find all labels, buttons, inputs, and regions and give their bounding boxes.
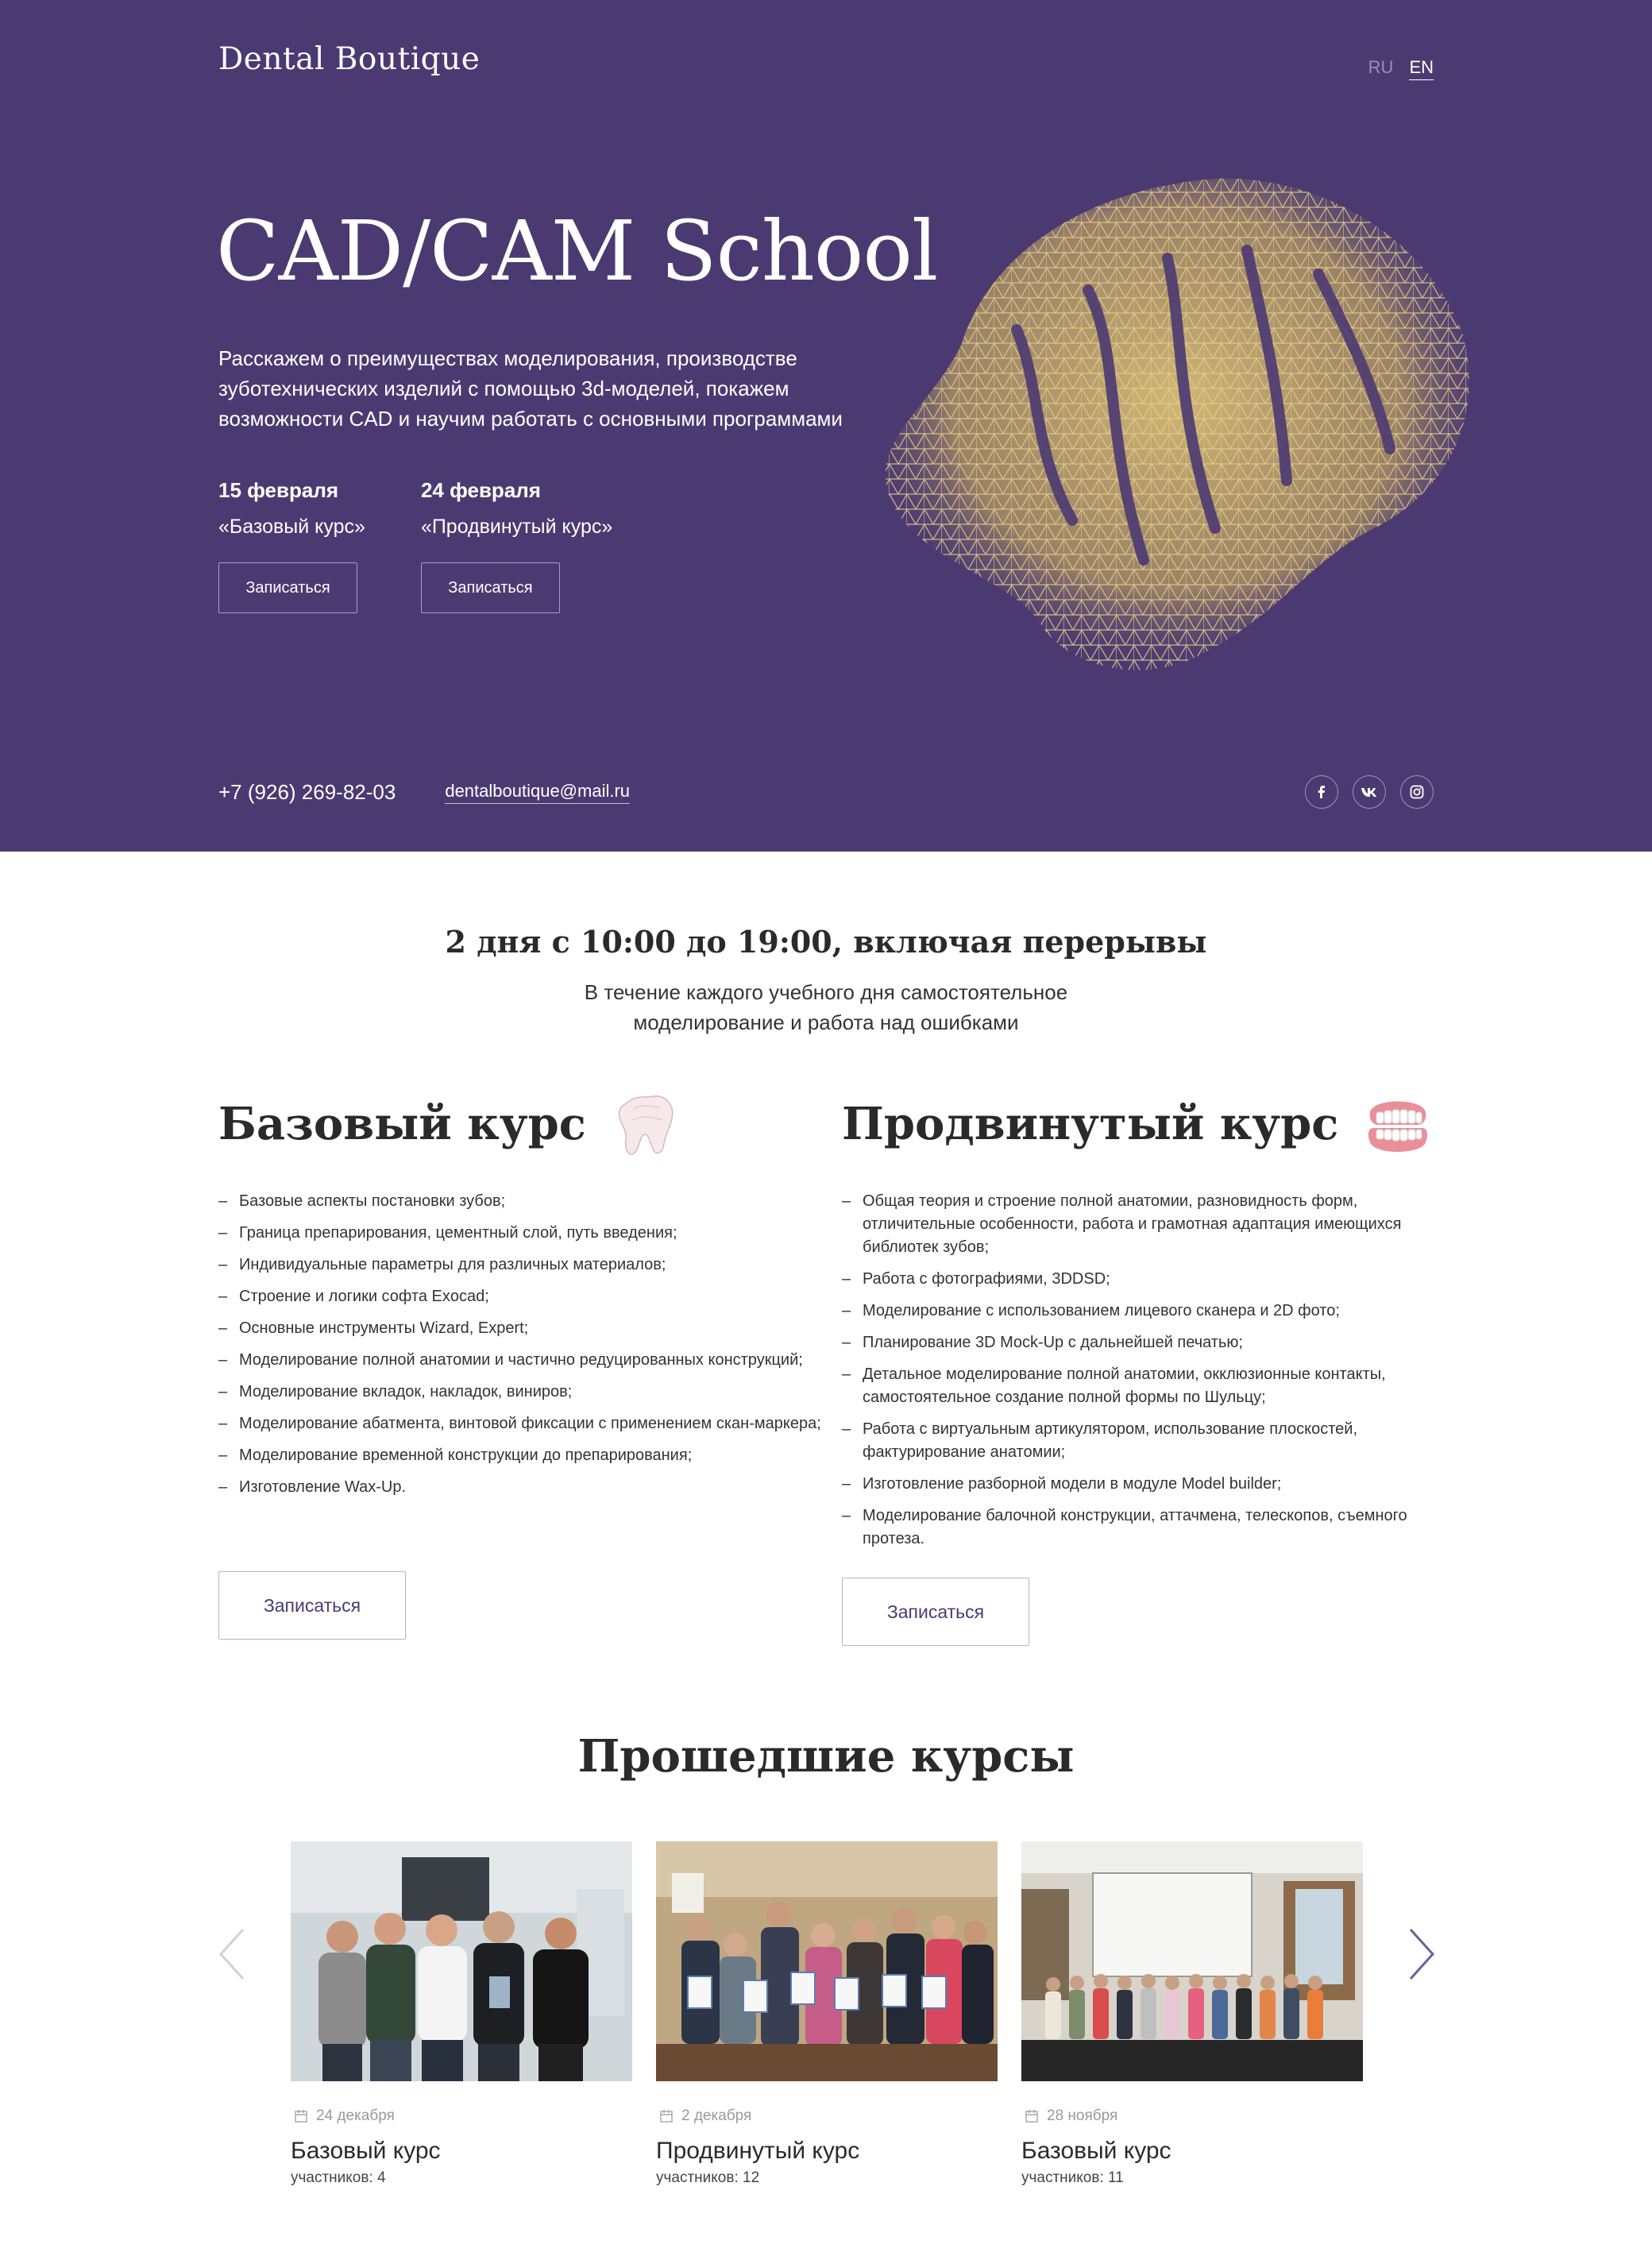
calendar-icon bbox=[660, 2110, 673, 2123]
list-item: Моделирование абатмента, винтовой фиксац… bbox=[218, 1412, 822, 1435]
list-item: Работа с фотографиями, 3DDSD; bbox=[842, 1268, 1446, 1291]
carousel-prev-arrow-icon[interactable] bbox=[216, 1926, 248, 1982]
schedule-subtitle-line: В течение каждого учебного дня самостоят… bbox=[584, 980, 1068, 1004]
session-date: 15 февраля bbox=[218, 478, 339, 502]
course-photo bbox=[1021, 1841, 1363, 2081]
card-participants: участников: 11 bbox=[1021, 2169, 1124, 2186]
card-date-text: 2 декабря bbox=[681, 2107, 752, 2124]
list-item: Детальное моделирование полной анатомии,… bbox=[842, 1363, 1446, 1409]
basic-course-section: Базовый курс Базовые аспекты постановки … bbox=[218, 1088, 822, 1640]
list-item: Работа с виртуальным артикулятором, испо… bbox=[842, 1418, 1446, 1464]
card-date-text: 24 декабря bbox=[316, 2107, 395, 2124]
course-title: Продвинутый курс bbox=[842, 1098, 1339, 1150]
lang-ru-link[interactable]: RU bbox=[1368, 57, 1394, 80]
advanced-course-list: Общая теория и строение полной анатомии,… bbox=[842, 1190, 1446, 1551]
course-header: Базовый курс bbox=[218, 1088, 822, 1160]
schedule-subtitle-line: моделирование и работа над ошибками bbox=[633, 1010, 1019, 1034]
hero-title: CAD/CAM School bbox=[216, 203, 938, 299]
lang-en-link[interactable]: EN bbox=[1409, 57, 1434, 80]
sessions: 15 февраля «Базовый курс» Записаться 24 … bbox=[218, 478, 612, 613]
list-item: Моделирование балочной конструкции, атта… bbox=[842, 1505, 1446, 1551]
session-course: «Продвинутый курс» bbox=[420, 516, 613, 538]
session-date: 24 февраля bbox=[420, 478, 541, 502]
past-course-card[interactable]: 2 декабря Продвинутый курс участников: 1… bbox=[656, 1841, 998, 2187]
list-item: Моделирование полной анатомии и частично… bbox=[218, 1349, 822, 1372]
list-item: Моделирование вкладок, накладок, виниров… bbox=[218, 1381, 822, 1404]
vk-icon[interactable] bbox=[1353, 775, 1386, 809]
advanced-course-section: Продвинутый курс Общая теория и строение… bbox=[842, 1088, 1446, 1646]
social-links bbox=[1305, 775, 1434, 809]
signup-basic-button[interactable]: Записаться bbox=[218, 562, 357, 613]
calendar-icon bbox=[1025, 2110, 1038, 2123]
schedule-subtitle: В течение каждого учебного дня самостоят… bbox=[0, 977, 1652, 1037]
course-header: Продвинутый курс bbox=[842, 1088, 1446, 1160]
session-course: «Базовый курс» bbox=[218, 516, 365, 538]
contacts: +7 (926) 269-82-03 dentalboutique@mail.r… bbox=[218, 780, 631, 805]
course-title: Базовый курс bbox=[218, 1098, 586, 1150]
card-title[interactable]: Продвинутый курс bbox=[656, 2138, 998, 2165]
tooth-icon bbox=[618, 1095, 674, 1155]
basic-course-list: Базовые аспекты постановки зубов; Границ… bbox=[218, 1190, 822, 1499]
card-date: 2 декабря bbox=[656, 2107, 998, 2125]
session-basic: 15 февраля «Базовый курс» Записаться bbox=[218, 478, 365, 613]
list-item: Базовые аспекты постановки зубов; bbox=[218, 1190, 822, 1213]
course-photo bbox=[656, 1841, 998, 2081]
jaw-icon bbox=[1368, 1101, 1428, 1152]
card-date: 28 ноября bbox=[1021, 2107, 1363, 2125]
hero-description-line: зуботехнических изделий с помощью 3d-мод… bbox=[218, 377, 789, 400]
language-switcher: RU EN bbox=[1368, 57, 1434, 80]
list-item: Граница препарирования, цементный слой, … bbox=[218, 1222, 822, 1245]
facebook-icon[interactable] bbox=[1305, 775, 1338, 809]
list-item: Моделирование с использованием лицевого … bbox=[842, 1300, 1446, 1323]
past-course-card[interactable]: 24 декабря Базовый курс участников: 4 bbox=[291, 1841, 632, 2187]
course-photo bbox=[291, 1841, 632, 2081]
list-item: Строение и логики софта Exocad; bbox=[218, 1285, 822, 1308]
list-item: Планирование 3D Mock-Up с дальнейшей печ… bbox=[842, 1331, 1446, 1354]
signup-advanced-button[interactable]: Записаться bbox=[420, 562, 560, 613]
schedule-title: 2 дня с 10:00 до 19:00, включая перерывы bbox=[445, 924, 1207, 960]
list-item: Изготовление разборной модели в модуле M… bbox=[842, 1473, 1446, 1496]
calendar-icon bbox=[295, 2110, 307, 2123]
card-participants: участников: 12 bbox=[656, 2169, 760, 2186]
past-course-card[interactable]: 28 ноября Базовый курс участников: 11 bbox=[1021, 1841, 1363, 2187]
list-item: Индивидуальные параметры для различных м… bbox=[218, 1254, 822, 1277]
carousel-next-arrow-icon[interactable] bbox=[1406, 1926, 1438, 1982]
phone-number[interactable]: +7 (926) 269-82-03 bbox=[218, 780, 396, 805]
list-item: Общая теория и строение полной анатомии,… bbox=[842, 1190, 1446, 1259]
past-courses-carousel: 24 декабря Базовый курс участников: 4 2 … bbox=[291, 1841, 1363, 2187]
list-item: Изготовление Wax-Up. bbox=[218, 1476, 822, 1499]
advanced-signup-button[interactable]: Записаться bbox=[842, 1578, 1029, 1646]
session-advanced: 24 февраля «Продвинутый курс» Записаться bbox=[420, 478, 613, 613]
card-title[interactable]: Базовый курс bbox=[1021, 2138, 1363, 2165]
hero-description-line: Расскажем о преимуществах моделирования,… bbox=[218, 346, 797, 370]
hero-description: Расскажем о преимуществах моделирования,… bbox=[218, 343, 933, 434]
basic-signup-button[interactable]: Записаться bbox=[218, 1571, 406, 1640]
card-date-text: 28 ноября bbox=[1047, 2107, 1118, 2124]
hero-description-line: возможности CAD и научим работать с осно… bbox=[218, 407, 843, 431]
list-item: Основные инструменты Wizard, Expert; bbox=[218, 1317, 822, 1340]
list-item: Моделирование временной конструкции до п… bbox=[218, 1444, 822, 1467]
email-link[interactable]: dentalboutique@mail.ru bbox=[445, 781, 631, 804]
card-title[interactable]: Базовый курс bbox=[291, 2138, 632, 2165]
logo[interactable]: Dental Boutique bbox=[218, 41, 480, 77]
card-date: 24 декабря bbox=[291, 2107, 632, 2125]
hero-section: Dental Boutique RU EN CAD/CAM School Рас bbox=[0, 0, 1652, 852]
past-courses-title: Прошедшие курсы bbox=[577, 1730, 1075, 1783]
card-participants: участников: 4 bbox=[291, 2169, 386, 2186]
instagram-icon[interactable] bbox=[1400, 775, 1434, 809]
